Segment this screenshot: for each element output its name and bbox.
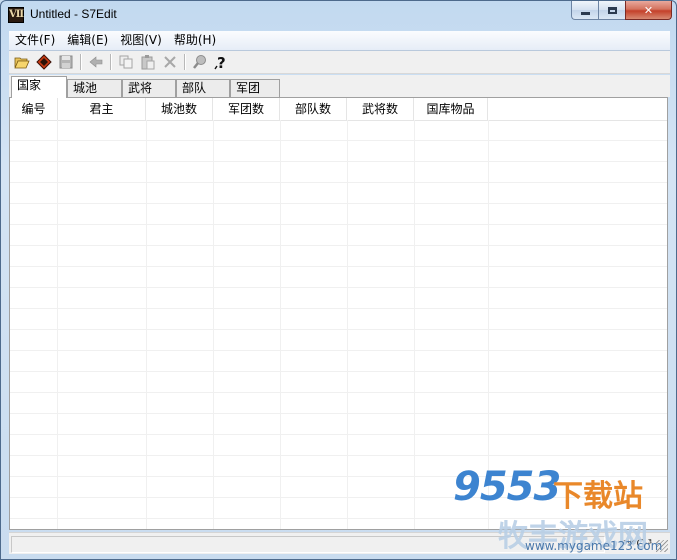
toolbar-separator bbox=[110, 54, 112, 70]
window-controls: ✕ bbox=[571, 1, 672, 21]
country-list[interactable]: 编号 君主 城池数 军团数 部队数 武将数 国库物品 bbox=[9, 97, 668, 530]
resize-grip[interactable] bbox=[656, 540, 668, 552]
copy-button[interactable] bbox=[115, 52, 137, 72]
toolbar-separator bbox=[184, 54, 186, 70]
delete-button[interactable] bbox=[159, 52, 181, 72]
status-bar: ᵃᵘᵉC·³ bbox=[9, 532, 670, 554]
delete-icon bbox=[164, 56, 176, 68]
title-bar[interactable]: VII Untitled - S7Edit ✕ bbox=[1, 1, 677, 29]
back-button[interactable] bbox=[85, 52, 107, 72]
toolbar-separator bbox=[80, 54, 82, 70]
help-button[interactable]: ? bbox=[211, 52, 233, 72]
grid-line bbox=[347, 120, 348, 529]
maximize-button[interactable] bbox=[598, 1, 625, 20]
save-icon bbox=[59, 55, 73, 69]
column-header-troop-count[interactable]: 部队数 bbox=[280, 98, 347, 120]
column-header-legion-count[interactable]: 军团数 bbox=[213, 98, 280, 120]
menu-file[interactable]: 文件(F) bbox=[9, 31, 61, 50]
status-indicator: ᵃᵘᵉC·³ bbox=[623, 537, 652, 550]
window-title: Untitled - S7Edit bbox=[30, 7, 117, 21]
find-icon bbox=[193, 55, 206, 69]
paste-button[interactable] bbox=[137, 52, 159, 72]
tag-icon bbox=[36, 54, 52, 70]
tab-troops[interactable]: 部队 bbox=[176, 79, 230, 97]
tab-generals[interactable]: 武将 bbox=[122, 79, 176, 97]
help-icon: ? bbox=[214, 54, 226, 70]
application-window: VII Untitled - S7Edit ✕ 文件(F) 编辑(E) 视图(V… bbox=[0, 0, 677, 560]
close-button[interactable]: ✕ bbox=[625, 1, 672, 20]
app-icon[interactable]: VII bbox=[8, 7, 24, 23]
tab-legions[interactable]: 军团 bbox=[230, 79, 280, 97]
back-arrow-icon bbox=[89, 56, 103, 68]
menu-bar: 文件(F) 编辑(E) 视图(V) 帮助(H) bbox=[9, 31, 670, 51]
minimize-button[interactable] bbox=[571, 1, 598, 20]
column-header-treasury-items[interactable]: 国库物品 bbox=[414, 98, 488, 120]
toolbar: ? bbox=[9, 51, 670, 74]
save-button[interactable] bbox=[55, 52, 77, 72]
column-header-city-count[interactable]: 城池数 bbox=[146, 98, 213, 120]
tab-cities[interactable]: 城池 bbox=[67, 79, 122, 97]
status-pane bbox=[11, 536, 605, 553]
grid-line bbox=[280, 120, 281, 529]
menu-view[interactable]: 视图(V) bbox=[114, 31, 168, 50]
minimize-icon bbox=[580, 11, 590, 15]
close-icon: ✕ bbox=[643, 3, 654, 17]
list-header: 编号 君主 城池数 军团数 部队数 武将数 国库物品 bbox=[10, 98, 667, 121]
tab-strip: 国家 城池 武将 部队 军团 bbox=[9, 75, 670, 98]
copy-icon bbox=[119, 55, 133, 69]
maximize-icon bbox=[607, 6, 617, 14]
open-button[interactable] bbox=[11, 52, 33, 72]
column-header-general-count[interactable]: 武将数 bbox=[347, 98, 414, 120]
grid-line bbox=[488, 120, 489, 529]
grid-line bbox=[213, 120, 214, 529]
svg-text:?: ? bbox=[217, 54, 226, 70]
grid-line bbox=[414, 120, 415, 529]
tag-button[interactable] bbox=[33, 52, 55, 72]
menu-help[interactable]: 帮助(H) bbox=[168, 31, 222, 50]
column-header-id[interactable]: 编号 bbox=[10, 98, 58, 120]
paste-icon bbox=[141, 55, 155, 70]
column-header-ruler[interactable]: 君主 bbox=[58, 98, 146, 120]
list-body[interactable] bbox=[10, 120, 667, 529]
find-button[interactable] bbox=[189, 52, 211, 72]
tab-country[interactable]: 国家 bbox=[11, 76, 67, 98]
open-folder-icon bbox=[14, 57, 30, 69]
grid-line bbox=[146, 120, 147, 529]
menu-edit[interactable]: 编辑(E) bbox=[61, 31, 114, 50]
